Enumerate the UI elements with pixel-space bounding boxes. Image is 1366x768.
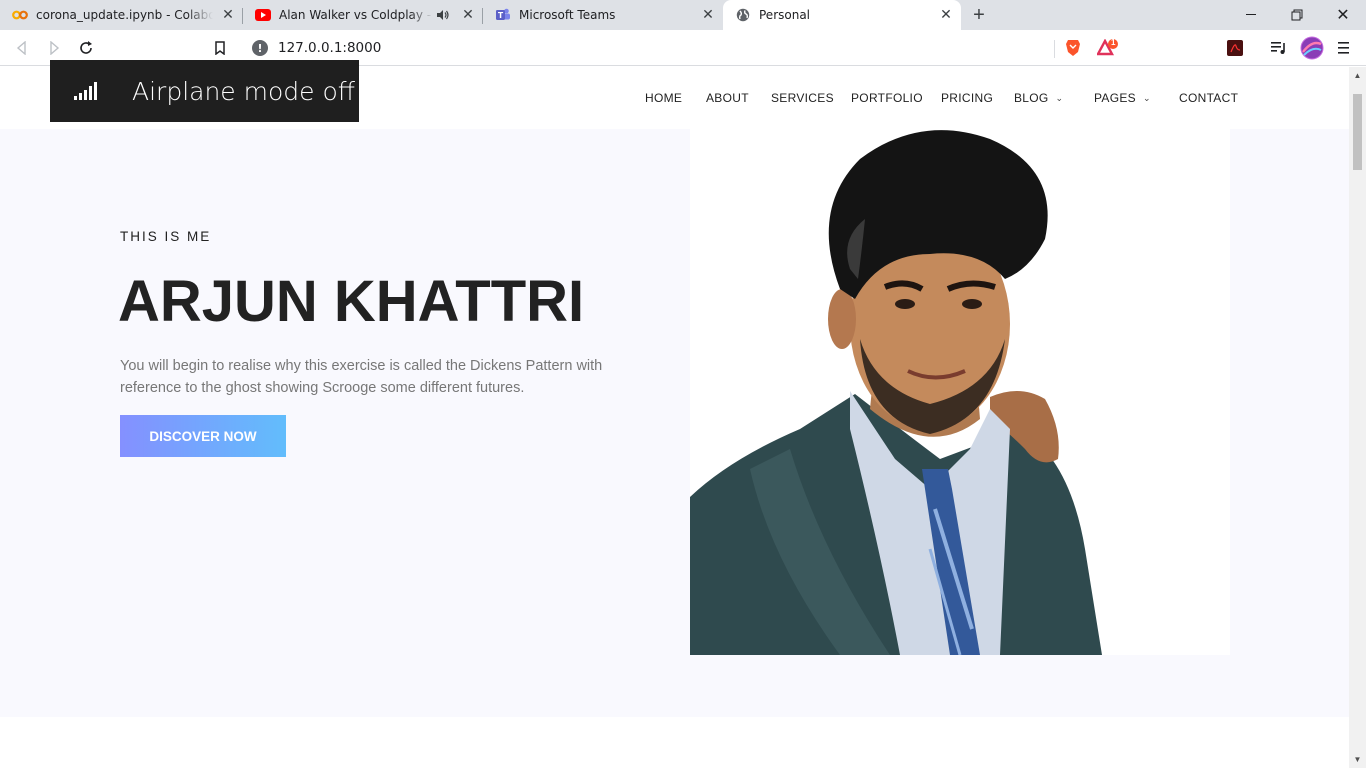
nav-services[interactable]: SERVICES xyxy=(771,91,834,105)
reload-button[interactable] xyxy=(73,35,99,61)
chevron-down-icon: ⌄ xyxy=(1055,92,1064,103)
nav-label: BLOG xyxy=(1014,91,1049,105)
tab-title: Personal xyxy=(759,8,811,22)
tab-personal[interactable]: Personal ✕ xyxy=(723,0,961,30)
speaker-icon[interactable] xyxy=(435,7,451,23)
nav-label: ABOUT xyxy=(706,91,749,105)
tab-teams[interactable]: T Microsoft Teams ✕ xyxy=(483,0,723,30)
close-tab-icon[interactable]: ✕ xyxy=(219,6,237,24)
scroll-thumb[interactable] xyxy=(1353,94,1362,170)
rewards-badge: 1 xyxy=(1111,38,1116,47)
toast-title: Airplane mode off xyxy=(132,76,355,106)
nav-label: PRICING xyxy=(941,91,994,105)
web-page: HOME ABOUT SERVICES PORTFOLIO PRICING BL… xyxy=(0,67,1349,768)
nav-pricing[interactable]: PRICING xyxy=(941,91,993,105)
tab-title: corona_update.ipynb - Colaboratory xyxy=(36,8,213,22)
close-tab-icon[interactable]: ✕ xyxy=(699,6,717,24)
hero-subtitle: THIS IS ME xyxy=(120,229,212,244)
close-tab-icon[interactable]: ✕ xyxy=(937,6,955,24)
media-control-icon[interactable] xyxy=(1266,35,1292,61)
hero-description: You will begin to realise why this exerc… xyxy=(120,358,603,396)
address-bar[interactable]: ! 127.0.0.1:8000 xyxy=(244,34,1054,62)
profile-avatar[interactable] xyxy=(1299,35,1325,61)
tab-title: Alan Walker vs Coldplay - Hymn For The W… xyxy=(279,8,433,22)
site-info-icon[interactable]: ! xyxy=(252,40,268,56)
signal-bars-icon xyxy=(74,81,100,101)
tab-youtube[interactable]: Alan Walker vs Coldplay - Hymn For The W… xyxy=(243,0,483,30)
nav-contact[interactable]: CONTACT xyxy=(1179,91,1238,105)
profile-photo xyxy=(690,129,1230,655)
nav-label: SERVICES xyxy=(771,91,834,105)
tab-title: Microsoft Teams xyxy=(519,8,616,22)
tab-colab[interactable]: corona_update.ipynb - Colaboratory ✕ xyxy=(0,0,243,30)
airplane-mode-toast: Airplane mode off xyxy=(50,60,359,122)
restore-button[interactable] xyxy=(1274,0,1320,30)
nav-label: PAGES xyxy=(1094,91,1136,105)
nav-blog[interactable]: BLOG ⌄ xyxy=(1014,91,1063,105)
nav-label: PORTFOLIO xyxy=(851,91,923,105)
colab-icon xyxy=(12,7,28,23)
brave-shields-icon[interactable] xyxy=(1060,35,1086,61)
close-tab-icon[interactable]: ✕ xyxy=(459,6,477,24)
nav-label: HOME xyxy=(645,91,683,105)
back-button[interactable] xyxy=(9,35,35,61)
close-window-button[interactable]: ✕ xyxy=(1320,0,1366,30)
nav-portfolio[interactable]: PORTFOLIO xyxy=(851,91,923,105)
bookmark-icon[interactable] xyxy=(207,35,233,61)
discover-now-button[interactable]: DISCOVER NOW xyxy=(120,415,286,457)
vertical-scrollbar[interactable]: ▲ ▼ xyxy=(1349,67,1366,768)
scroll-up-icon[interactable]: ▲ xyxy=(1349,67,1366,84)
nav-pages[interactable]: PAGES ⌄ xyxy=(1094,91,1151,105)
url-text[interactable]: 127.0.0.1:8000 xyxy=(278,40,381,56)
browser-menu-icon[interactable] xyxy=(1331,35,1357,61)
forward-button[interactable] xyxy=(41,35,67,61)
new-tab-button[interactable]: + xyxy=(967,4,991,26)
scroll-down-icon[interactable]: ▼ xyxy=(1349,751,1366,768)
chevron-down-icon: ⌄ xyxy=(1142,92,1151,103)
tab-strip: corona_update.ipynb - Colaboratory ✕ Ala… xyxy=(0,0,1366,30)
svg-text:T: T xyxy=(498,11,504,20)
brave-rewards-icon[interactable]: 1 xyxy=(1095,35,1121,61)
pdf-extension-icon[interactable] xyxy=(1222,35,1248,61)
nav-about[interactable]: ABOUT xyxy=(706,91,749,105)
address-divider xyxy=(1054,40,1055,58)
minimize-button[interactable] xyxy=(1228,0,1274,30)
next-section xyxy=(0,717,1349,768)
globe-icon xyxy=(735,7,751,23)
youtube-icon xyxy=(255,7,271,23)
nav-home[interactable]: HOME xyxy=(645,91,682,105)
nav-label: CONTACT xyxy=(1179,91,1239,105)
hero-name: ARJUN KHATTRI xyxy=(118,269,585,334)
teams-icon: T xyxy=(495,7,511,23)
